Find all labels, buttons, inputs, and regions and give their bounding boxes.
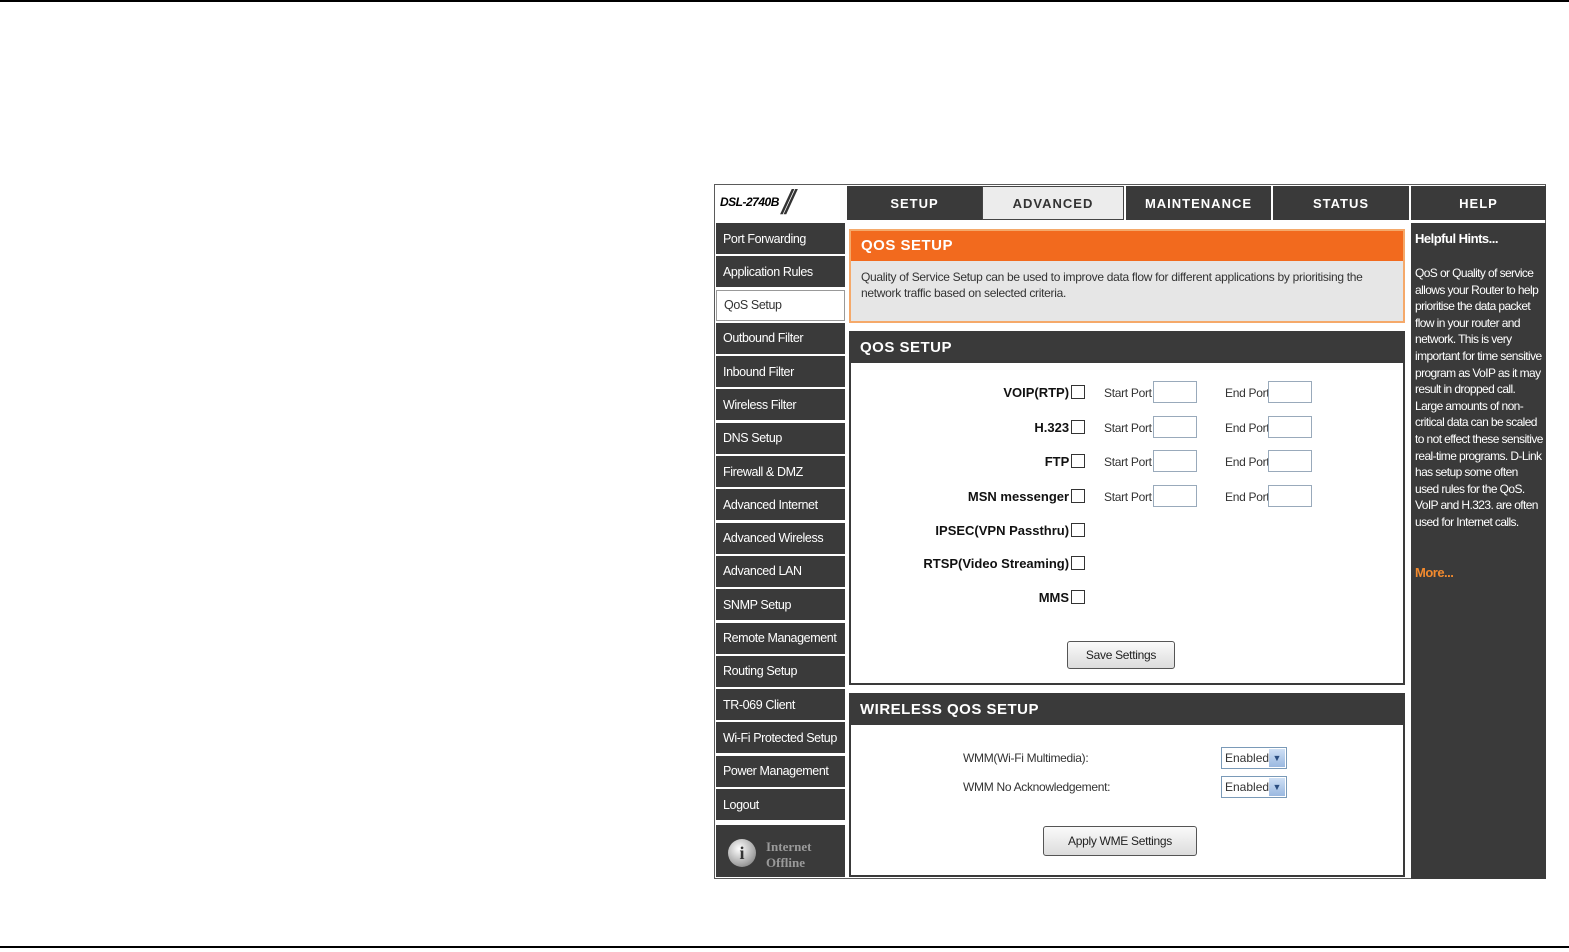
sidebar-item-outbound-filter[interactable]: Outbound Filter — [716, 322, 845, 354]
main-content: QOS SETUP Quality of Service Setup can b… — [849, 229, 1405, 877]
start-port-input[interactable] — [1153, 416, 1197, 438]
end-port-label: End Port — [1225, 386, 1270, 400]
chevron-down-icon[interactable]: ▼ — [1269, 749, 1285, 767]
info-icon: i — [728, 839, 756, 867]
qos-checkbox[interactable] — [1071, 385, 1085, 399]
help-title: Helpful Hints... — [1415, 231, 1499, 246]
start-port-label: Start Port — [1104, 490, 1152, 504]
help-more-link[interactable]: More... — [1415, 565, 1454, 580]
internet-status: i Internet Offline — [716, 825, 845, 877]
sidebar-item-logout[interactable]: Logout — [716, 789, 845, 821]
logo-slashes: // — [782, 184, 795, 222]
qos-row-label: MSN messenger : — [967, 489, 1077, 504]
qos-checkbox[interactable] — [1071, 590, 1085, 604]
wmm-noack-select[interactable]: Enabled ▼ — [1221, 776, 1287, 798]
status-line1: Internet — [766, 839, 812, 854]
end-port-input[interactable] — [1268, 450, 1312, 472]
end-port-label: End Port — [1225, 455, 1270, 469]
qos-row: IPSEC(VPN Passthru) : — [851, 519, 1403, 543]
top-rule — [0, 0, 1569, 2]
wireless-qos-panel: WIRELESS QOS SETUP WMM(Wi-Fi Multimedia)… — [849, 693, 1405, 877]
start-port-label: Start Port — [1104, 455, 1152, 469]
end-port-label: End Port — [1225, 490, 1270, 504]
tab-maintenance[interactable]: MAINTENANCE — [1124, 186, 1271, 220]
apply-wme-settings-button[interactable]: Apply WME Settings — [1043, 826, 1197, 856]
bottom-rule — [0, 946, 1569, 948]
qos-checkbox[interactable] — [1071, 454, 1085, 468]
sidebar-item-advanced-lan[interactable]: Advanced LAN — [716, 555, 845, 587]
qos-row: VOIP(RTP) : Start Port End Port — [851, 381, 1403, 405]
qos-checkbox[interactable] — [1071, 523, 1085, 537]
status-line2: Offline — [766, 855, 805, 870]
wireless-qos-title: WIRELESS QOS SETUP — [851, 695, 1403, 725]
sidebar-item-qos-setup[interactable]: QoS Setup — [716, 289, 845, 321]
save-settings-button[interactable]: Save Settings — [1067, 641, 1175, 669]
qos-row-label: RTSP(Video Streaming) : — [923, 556, 1077, 571]
intro-title: QOS SETUP — [851, 231, 1403, 261]
router-ui: DSL-2740B // SETUP ADVANCED MAINTENANCE STA… — [714, 184, 1546, 879]
qos-title: QOS SETUP — [851, 333, 1403, 363]
end-port-input[interactable] — [1268, 381, 1312, 403]
qos-panel: QOS SETUP Save Settings VOIP(RTP) : Start… — [849, 331, 1405, 685]
sidebar-item-snmp-setup[interactable]: SNMP Setup — [716, 589, 845, 621]
wireless-qos-body: WMM(Wi-Fi Multimedia): Enabled ▼ WMM No … — [851, 725, 1403, 875]
help-text: QoS or Quality of service allows your Ro… — [1415, 266, 1543, 529]
start-port-input[interactable] — [1153, 485, 1197, 507]
qos-row-label: VOIP(RTP) : — [1003, 385, 1077, 400]
sidebar-item-wi-fi-protected-setup[interactable]: Wi-Fi Protected Setup — [716, 722, 845, 754]
start-port-input[interactable] — [1153, 381, 1197, 403]
qos-row: H.323 : Start Port End Port — [851, 416, 1403, 440]
wmm-noack-select-value: Enabled — [1225, 780, 1270, 794]
sidebar-item-power-management[interactable]: Power Management — [716, 755, 845, 787]
chevron-down-icon[interactable]: ▼ — [1269, 778, 1285, 796]
wmm-label: WMM(Wi-Fi Multimedia): — [963, 751, 1089, 765]
sidebar: Port Forwarding Application Rules QoS Setu… — [716, 223, 845, 822]
qos-row: MSN messenger : Start Port End Port — [851, 485, 1403, 509]
model-logo: DSL-2740B // — [716, 186, 844, 220]
qos-checkbox[interactable] — [1071, 556, 1085, 570]
start-port-label: Start Port — [1104, 386, 1152, 400]
sidebar-item-routing-setup[interactable]: Routing Setup — [716, 655, 845, 687]
qos-row: MMS : — [851, 586, 1403, 610]
qos-row: RTSP(Video Streaming) : — [851, 552, 1403, 576]
tab-help[interactable]: HELP — [1409, 186, 1546, 220]
sidebar-item-firewall-dmz[interactable]: Firewall & DMZ — [716, 456, 845, 488]
sidebar-item-application-rules[interactable]: Application Rules — [716, 256, 845, 288]
help-panel: Helpful Hints... QoS or Quality of servi… — [1411, 223, 1546, 879]
tab-status[interactable]: STATUS — [1271, 186, 1409, 220]
qos-body: Save Settings VOIP(RTP) : Start Port End P… — [851, 363, 1403, 683]
sidebar-item-dns-setup[interactable]: DNS Setup — [716, 422, 845, 454]
sidebar-item-advanced-internet[interactable]: Advanced Internet — [716, 489, 845, 521]
qos-row-label: IPSEC(VPN Passthru) : — [935, 523, 1077, 538]
qos-checkbox[interactable] — [1071, 420, 1085, 434]
intro-panel: QOS SETUP Quality of Service Setup can b… — [849, 229, 1405, 323]
sidebar-item-inbound-filter[interactable]: Inbound Filter — [716, 356, 845, 388]
qos-checkbox[interactable] — [1071, 489, 1085, 503]
wmm-select-value: Enabled — [1225, 751, 1270, 765]
start-port-input[interactable] — [1153, 450, 1197, 472]
tab-setup[interactable]: SETUP — [845, 186, 982, 220]
sidebar-item-advanced-wireless[interactable]: Advanced Wireless — [716, 522, 845, 554]
sidebar-item-wireless-filter[interactable]: Wireless Filter — [716, 389, 845, 421]
qos-row: FTP : Start Port End Port — [851, 450, 1403, 474]
sidebar-item-remote-management[interactable]: Remote Management — [716, 622, 845, 654]
internet-status-text: Internet Offline — [766, 839, 812, 871]
sidebar-item-tr-069-client[interactable]: TR-069 Client — [716, 689, 845, 721]
sidebar-item-port-forwarding[interactable]: Port Forwarding — [716, 223, 845, 254]
wmm-noack-label: WMM No Acknowledgement: — [963, 780, 1111, 794]
top-nav: SETUP ADVANCED MAINTENANCE STATUS HELP — [845, 186, 1546, 220]
wmm-select[interactable]: Enabled ▼ — [1221, 747, 1287, 769]
start-port-label: Start Port — [1104, 421, 1152, 435]
intro-description: Quality of Service Setup can be used to … — [861, 270, 1363, 300]
tab-advanced[interactable]: ADVANCED — [982, 186, 1124, 220]
end-port-label: End Port — [1225, 421, 1270, 435]
model-name: DSL-2740B — [720, 195, 779, 209]
end-port-input[interactable] — [1268, 416, 1312, 438]
end-port-input[interactable] — [1268, 485, 1312, 507]
